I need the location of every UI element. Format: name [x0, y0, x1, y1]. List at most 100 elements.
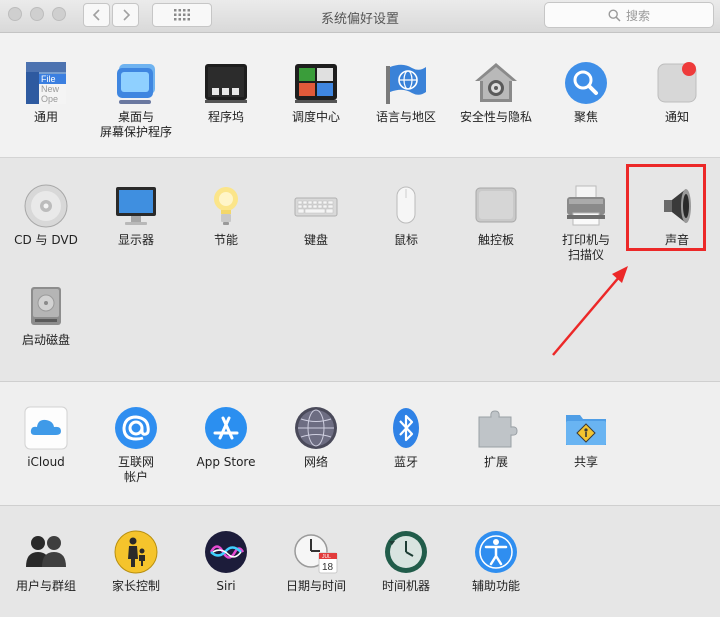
pref-label: 节能	[213, 233, 238, 247]
general-icon: File New Ope	[23, 60, 69, 106]
pref-parental-controls[interactable]: 家长控制	[91, 529, 181, 594]
cd-dvd-icon	[23, 183, 69, 229]
svg-text:Ope: Ope	[41, 94, 58, 104]
highlight-box-sound	[626, 164, 706, 251]
search-field[interactable]: 搜索	[544, 2, 714, 28]
energy-saver-icon	[203, 183, 249, 229]
pref-mouse[interactable]: 鼠标	[361, 183, 451, 248]
pref-label: 家长控制	[111, 579, 160, 593]
zoom-window-button[interactable]	[52, 7, 66, 21]
language-region-icon	[383, 60, 429, 106]
pref-general[interactable]: File New Ope 通用	[1, 60, 91, 125]
pref-extensions[interactable]: 扩展	[451, 405, 541, 470]
close-window-button[interactable]	[8, 7, 22, 21]
pref-label: 语言与地区	[375, 110, 436, 124]
pref-internet-accounts[interactable]: 互联网 帐户	[91, 405, 181, 485]
pref-label: 打印机与 扫描仪	[561, 233, 610, 262]
pref-trackpad[interactable]: 触控板	[451, 183, 541, 248]
svg-text:File: File	[41, 74, 56, 84]
bluetooth-icon	[383, 405, 429, 451]
app-store-icon	[203, 405, 249, 451]
siri-icon	[203, 529, 249, 575]
window-titlebar: 系统偏好设置 搜索	[0, 0, 720, 33]
mouse-icon	[383, 183, 429, 229]
pref-network[interactable]: 网络	[271, 405, 361, 470]
forward-button[interactable]	[112, 3, 139, 27]
pref-label: 用户与群组	[15, 579, 76, 593]
desktop-screensaver-icon	[113, 60, 159, 106]
pref-display[interactable]: 显示器	[91, 183, 181, 248]
grid-icon	[174, 9, 190, 21]
pref-label: iCloud	[27, 455, 65, 469]
pref-cd-dvd[interactable]: CD 与 DVD	[1, 183, 91, 248]
spotlight-icon	[563, 60, 609, 106]
pref-label: 时间机器	[381, 579, 430, 593]
pref-notifications[interactable]: 通知	[632, 60, 720, 125]
pref-label: 辅助功能	[471, 579, 520, 593]
pref-label: 网络	[303, 455, 328, 469]
pref-label: 安全性与隐私	[459, 110, 532, 124]
pref-accessibility[interactable]: 辅助功能	[451, 529, 541, 594]
pref-label: 日期与时间	[285, 579, 346, 593]
svg-text:18: 18	[322, 562, 334, 573]
pref-label: 聚焦	[573, 110, 598, 124]
icloud-icon	[23, 405, 69, 451]
show-all-button[interactable]	[152, 3, 212, 27]
time-machine-icon	[383, 529, 429, 575]
pref-label: 扩展	[483, 455, 508, 469]
pref-label: 通用	[33, 110, 58, 124]
pref-printer-scanner[interactable]: 打印机与 扫描仪	[541, 183, 631, 263]
date-time-icon: JUL 18	[293, 529, 339, 575]
pref-label: 互联网 帐户	[117, 455, 154, 484]
chevron-right-icon	[122, 9, 130, 21]
back-button[interactable]	[83, 3, 110, 27]
extensions-icon	[473, 405, 519, 451]
pref-date-time[interactable]: JUL 18 日期与时间	[271, 529, 361, 594]
startup-disk-icon	[23, 283, 69, 329]
pref-label: 启动磁盘	[21, 333, 70, 347]
pref-mission-control[interactable]: 调度中心	[271, 60, 361, 125]
pref-label: Siri	[216, 579, 236, 593]
network-icon	[293, 405, 339, 451]
pref-language-region[interactable]: 语言与地区	[361, 60, 451, 125]
pref-siri[interactable]: Siri	[181, 529, 271, 594]
sharing-icon	[563, 405, 609, 451]
display-icon	[113, 183, 159, 229]
pref-bluetooth[interactable]: 蓝牙	[361, 405, 451, 470]
chevron-left-icon	[92, 9, 100, 21]
pref-security-privacy[interactable]: 安全性与隐私	[451, 60, 541, 125]
keyboard-icon	[293, 183, 339, 229]
pref-energy-saver[interactable]: 节能	[181, 183, 271, 248]
dock-icon	[203, 60, 249, 106]
internet-accounts-icon	[113, 405, 159, 451]
pref-sharing[interactable]: 共享	[541, 405, 631, 470]
pref-label: 蓝牙	[393, 455, 418, 469]
pref-label: 鼠标	[393, 233, 418, 247]
svg-text:JUL: JUL	[322, 554, 331, 560]
pref-label: 程序坞	[207, 110, 244, 124]
minimize-window-button[interactable]	[30, 7, 44, 21]
pref-label: 显示器	[117, 233, 154, 247]
pref-icloud[interactable]: iCloud	[1, 405, 91, 470]
pref-label: CD 与 DVD	[14, 233, 78, 247]
pref-dock[interactable]: 程序坞	[181, 60, 271, 125]
mission-control-icon	[293, 60, 339, 106]
pref-users-groups[interactable]: 用户与群组	[1, 529, 91, 594]
pref-label: 触控板	[477, 233, 514, 247]
pref-startup-disk[interactable]: 启动磁盘	[1, 283, 91, 348]
pref-keyboard[interactable]: 键盘	[271, 183, 361, 248]
pref-spotlight[interactable]: 聚焦	[541, 60, 631, 125]
pref-desktop-screensaver[interactable]: 桌面与 屏幕保护程序	[91, 60, 181, 140]
pref-label: 共享	[573, 455, 598, 469]
search-icon	[608, 8, 621, 22]
pref-label: 桌面与 屏幕保护程序	[99, 110, 172, 139]
trackpad-icon	[473, 183, 519, 229]
pref-label: App Store	[196, 455, 256, 469]
search-placeholder: 搜索	[625, 8, 650, 23]
security-privacy-icon	[473, 60, 519, 106]
pref-app-store[interactable]: App Store	[181, 405, 271, 470]
pref-label: 调度中心	[291, 110, 340, 124]
pref-time-machine[interactable]: 时间机器	[361, 529, 451, 594]
pref-label: 通知	[664, 110, 689, 124]
printer-scanner-icon	[563, 183, 609, 229]
